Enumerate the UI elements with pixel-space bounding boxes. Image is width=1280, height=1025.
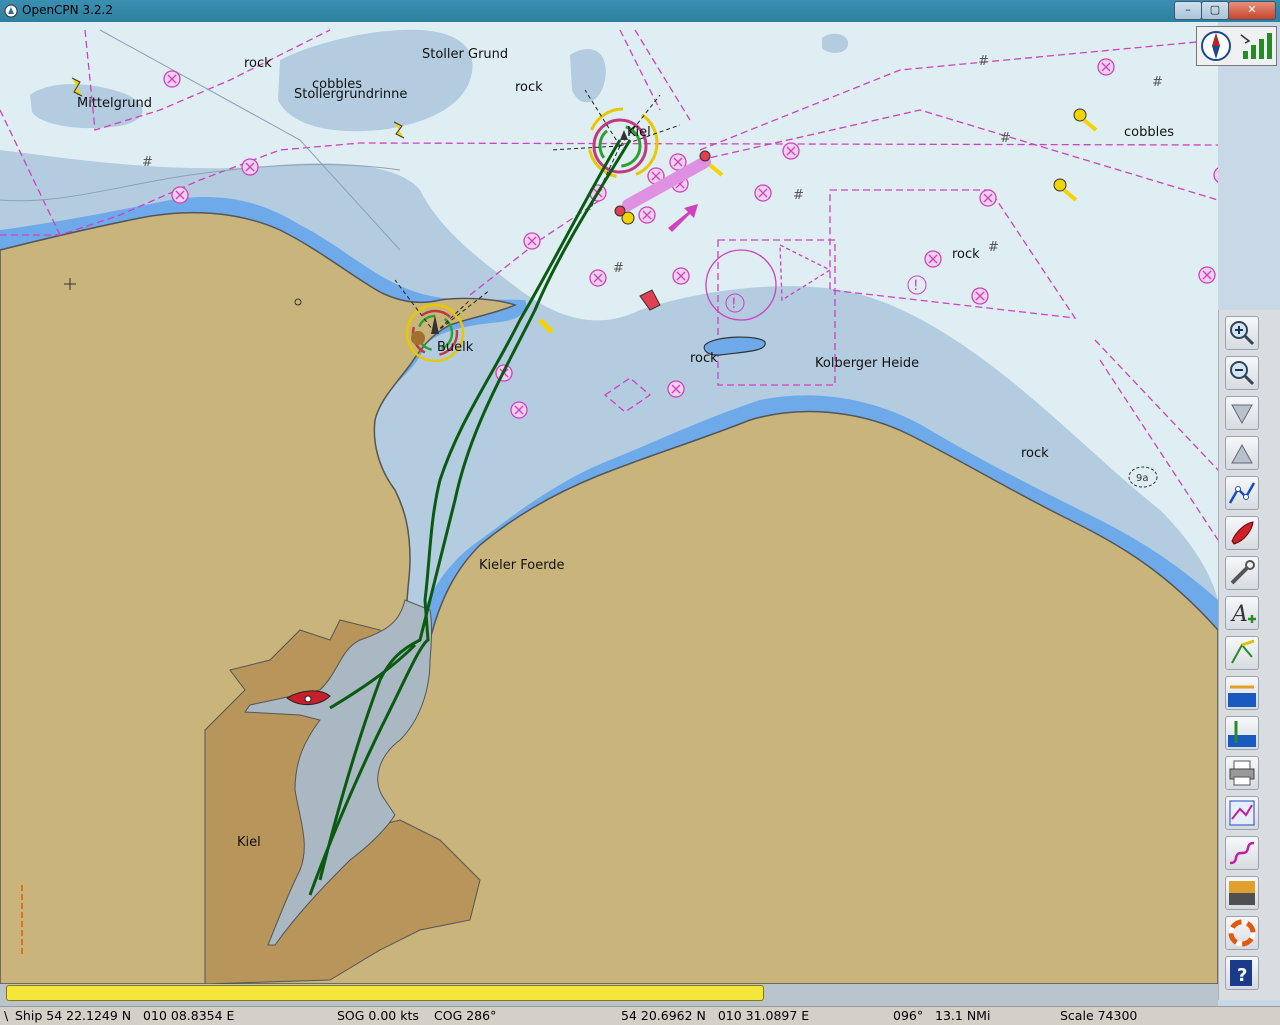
- label-cobbles-right: cobbles: [1124, 125, 1174, 140]
- route-manager-button[interactable]: [1225, 796, 1259, 830]
- ship-follow-icon: [1231, 521, 1254, 545]
- status-cursor-position: 54 20.6962 N 010 31.0897 E: [621, 1008, 810, 1023]
- ship-follow-button[interactable]: [1225, 516, 1259, 550]
- label-sounding: 9a: [1136, 473, 1149, 484]
- route-icon: [1228, 482, 1256, 504]
- route-manager-icon: [1229, 800, 1255, 826]
- text-button[interactable]: A: [1225, 596, 1259, 630]
- depth-icon: [1228, 721, 1256, 747]
- label-rock-2: rock: [515, 80, 543, 95]
- zoom-out-icon: [1230, 361, 1255, 386]
- chart-toolbar: A ?: [1218, 310, 1280, 1000]
- status-ship-position: Ship 54 22.1249 N 010 08.8354 E: [15, 1008, 235, 1023]
- compass-icon: [1201, 31, 1272, 61]
- status-bar: \ Ship 54 22.1249 N 010 08.8354 E SOG 0.…: [0, 1006, 1280, 1025]
- label-kiel-light: Kiel: [627, 125, 651, 140]
- svg-text:#: #: [793, 188, 804, 203]
- status-separator: \: [4, 1008, 9, 1023]
- svg-text:#: #: [142, 155, 153, 170]
- close-button[interactable]: ✕: [1228, 1, 1276, 20]
- compass-gps-panel[interactable]: [1196, 26, 1277, 66]
- svg-text:!: !: [731, 296, 737, 312]
- current-button[interactable]: [1225, 636, 1259, 670]
- label-rock-right: rock: [952, 247, 980, 262]
- label-stoller-grund: Stoller Grund: [422, 47, 508, 62]
- label-buelk: Buelk: [437, 340, 474, 355]
- current-icon: [1231, 639, 1255, 664]
- zoom-out-button[interactable]: [1225, 356, 1259, 390]
- app-icon: [4, 4, 18, 18]
- scale-out-icon: [1231, 443, 1253, 464]
- scale-in-icon: [1231, 404, 1253, 425]
- settings-icon: [1230, 560, 1255, 585]
- color-scheme-icon: [1229, 881, 1255, 905]
- svg-text:#: #: [1152, 75, 1163, 90]
- svg-text:#: #: [1000, 131, 1011, 146]
- label-kieler-foerde: Kieler Foerde: [479, 558, 565, 573]
- depth-button[interactable]: [1225, 716, 1259, 750]
- scale-in-button[interactable]: [1225, 396, 1259, 430]
- route-button[interactable]: [1225, 476, 1259, 510]
- medium-depth-islet: [822, 33, 849, 53]
- print-button[interactable]: [1225, 756, 1259, 790]
- window-title: OpenCPN 3.2.2: [22, 3, 113, 17]
- mob-button[interactable]: [1225, 916, 1259, 950]
- tide-button[interactable]: [1225, 676, 1259, 710]
- svg-text:#: #: [613, 261, 624, 276]
- tide-icon: [1228, 685, 1256, 707]
- title-bar: OpenCPN 3.2.2 – ▢ ✕: [0, 0, 1280, 22]
- zoom-in-button[interactable]: [1225, 316, 1259, 350]
- svg-text:#: #: [988, 240, 999, 255]
- svg-text:#: #: [978, 54, 989, 69]
- status-scale: Scale 74300: [1060, 1008, 1138, 1023]
- label-rock: rock: [244, 56, 272, 71]
- svg-text:A: A: [1230, 602, 1248, 627]
- track-icon: [1229, 841, 1255, 865]
- nautical-chart[interactable]: ! ! # # # # # # # Stoller Grund rock cob…: [0, 22, 1218, 984]
- text-icon: A: [1230, 602, 1256, 627]
- label-kiel-city: Kiel: [237, 835, 261, 850]
- zoom-in-icon: [1230, 321, 1255, 346]
- print-icon: [1229, 760, 1255, 786]
- mob-icon: [1228, 919, 1256, 947]
- status-sog: SOG 0.00 kts: [337, 1008, 419, 1023]
- status-bearing-distance: 096° 13.1 NMi: [893, 1008, 991, 1023]
- track-button[interactable]: [1225, 836, 1259, 870]
- label-rock-mid: rock: [690, 351, 718, 366]
- help-icon: ?: [1230, 960, 1252, 986]
- settings-button[interactable]: [1225, 556, 1259, 590]
- status-cog: COG 286°: [434, 1008, 497, 1023]
- label-rock-far-right: rock: [1021, 446, 1049, 461]
- svg-text:!: !: [913, 278, 919, 294]
- svg-text:?: ?: [1237, 965, 1247, 986]
- chart-quilt-bar[interactable]: [6, 985, 764, 1001]
- minimize-button[interactable]: –: [1174, 1, 1202, 20]
- maximize-button[interactable]: ▢: [1201, 1, 1229, 20]
- label-kolberger-heide: Kolberger Heide: [815, 356, 919, 371]
- scale-out-button[interactable]: [1225, 436, 1259, 470]
- label-mittelgrund: Mittelgrund: [77, 96, 152, 111]
- color-scheme-button[interactable]: [1225, 876, 1259, 910]
- label-stollergrundrinne: Stollergrundrinne: [294, 87, 407, 102]
- help-button[interactable]: ?: [1225, 956, 1259, 990]
